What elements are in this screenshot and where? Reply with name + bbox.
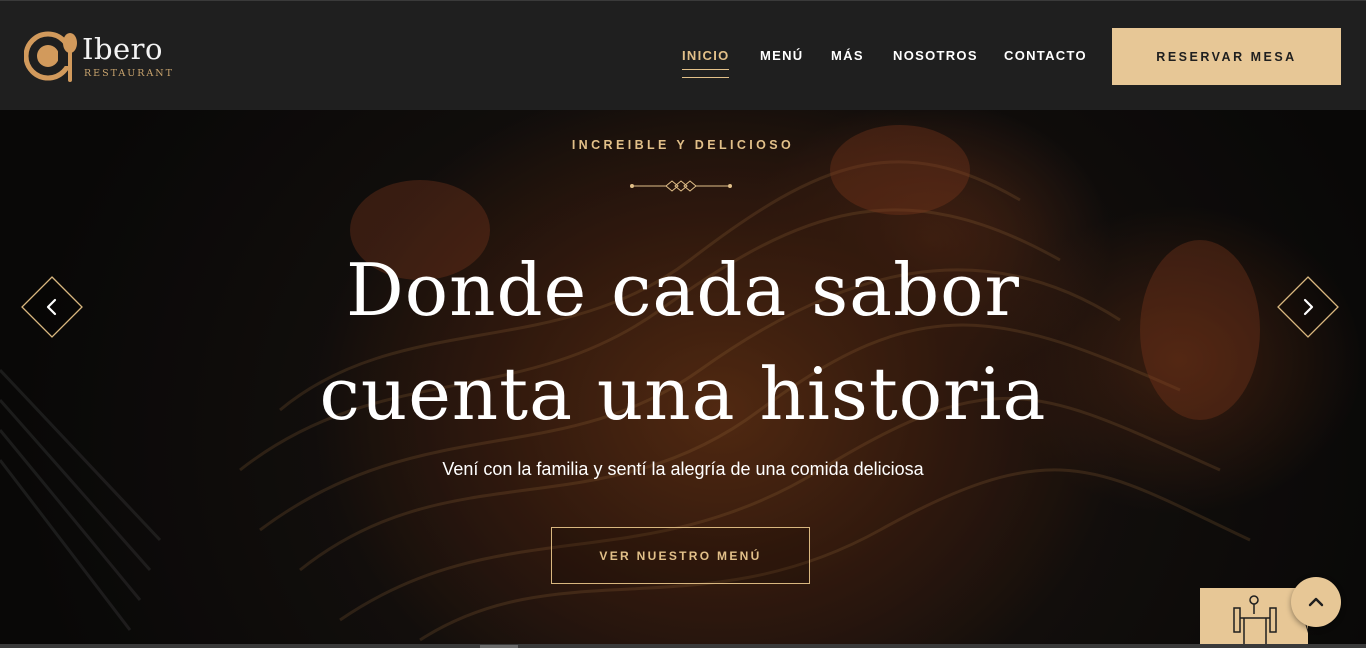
- nav-item-contacto[interactable]: CONTACTO: [1004, 48, 1087, 63]
- nav-item-mas[interactable]: MÁS: [831, 48, 864, 63]
- chevron-up-icon: [1308, 597, 1324, 607]
- hero-title: Donde cada sabor cuenta una historia: [0, 238, 1366, 446]
- brand-subtitle: RESTAURANT: [84, 68, 174, 79]
- hero-slider: INCREIBLE Y DELICIOSO Donde cada sabor c…: [0, 110, 1366, 648]
- brand-logo[interactable]: Ibero RESTAURANT: [24, 28, 184, 88]
- nav-item-menu[interactable]: MENÚ: [760, 48, 803, 63]
- scroll-to-top-button[interactable]: [1291, 577, 1341, 627]
- hero-title-line-2: cuenta una historia: [319, 352, 1047, 436]
- cup-spoon-logo-icon: [24, 31, 80, 82]
- nav-item-nosotros[interactable]: NOSOTROS: [893, 48, 978, 63]
- horizontal-scrollbar[interactable]: [0, 644, 1366, 648]
- nav-active-indicator-second: [682, 77, 729, 78]
- hero-eyebrow: INCREIBLE Y DELICIOSO: [571, 138, 795, 152]
- ornament-divider-icon: [630, 180, 732, 192]
- page-scrollbar[interactable]: [1358, 1, 1366, 111]
- nav-item-inicio[interactable]: INICIO: [682, 48, 730, 63]
- reserve-table-button[interactable]: RESERVAR MESA: [1112, 28, 1341, 85]
- site-header: Ibero RESTAURANT INICIO MENÚ MÁS NOSOTRO…: [0, 0, 1366, 111]
- hero-title-line-1: Donde cada sabor: [346, 248, 1020, 332]
- hero-subtitle: Vení con la familia y sentí la alegría d…: [442, 459, 924, 479]
- brand-name: Ibero: [82, 32, 164, 66]
- slider-next-button[interactable]: [1277, 276, 1339, 338]
- nav-active-indicator: [682, 69, 729, 70]
- slider-prev-button[interactable]: [21, 276, 83, 338]
- view-menu-button[interactable]: VER NUESTRO MENÚ: [551, 527, 810, 584]
